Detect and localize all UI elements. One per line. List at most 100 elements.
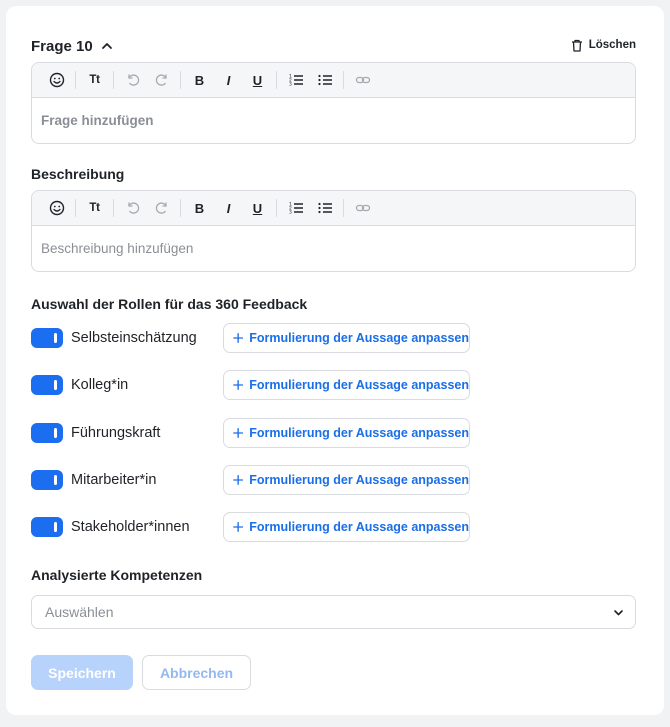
plus-icon	[233, 522, 244, 532]
ordered-list-icon: 123	[289, 74, 303, 88]
ordered-list-icon: 123	[289, 202, 303, 216]
plus-icon	[233, 333, 244, 343]
role-row-selbsteinschaetzung: Selbsteinschätzung Formulierung der Auss…	[31, 323, 470, 353]
underline-button[interactable]: U	[243, 195, 272, 221]
role-label: Mitarbeiter*in	[71, 472, 157, 488]
bold-button[interactable]: B	[185, 67, 214, 93]
toolbar-divider	[276, 199, 277, 217]
ordered-list-button[interactable]: 123	[281, 195, 310, 221]
adjust-statement-button[interactable]: Formulierung der Aussage anpassen	[223, 512, 470, 542]
adjust-statement-label: Formulierung der Aussage anpassen	[249, 520, 469, 534]
toggle-knob	[54, 428, 57, 438]
bullet-list-button[interactable]	[310, 195, 339, 221]
role-row-stakeholderinnen: Stakeholder*innen Formulierung der Aussa…	[31, 512, 470, 542]
role-toggle[interactable]	[31, 517, 63, 537]
link-icon	[355, 76, 370, 84]
trash-icon	[571, 39, 582, 52]
toggle-knob	[54, 380, 57, 390]
plus-icon	[233, 380, 244, 390]
link-button[interactable]	[348, 195, 377, 221]
italic-button[interactable]: I	[214, 195, 243, 221]
question-input[interactable]: Frage hinzufügen	[32, 98, 635, 143]
redo-button[interactable]	[147, 67, 176, 93]
adjust-statement-button[interactable]: Formulierung der Aussage anpassen	[223, 370, 470, 400]
undo-button[interactable]	[118, 195, 147, 221]
adjust-statement-button[interactable]: Formulierung der Aussage anpassen	[223, 465, 470, 495]
toolbar-divider	[276, 71, 277, 89]
bullet-list-button[interactable]	[310, 67, 339, 93]
adjust-statement-label: Formulierung der Aussage anpassen	[249, 378, 469, 392]
role-label: Selbsteinschätzung	[71, 330, 197, 346]
bold-icon: B	[194, 200, 205, 216]
undo-button[interactable]	[118, 67, 147, 93]
italic-icon: I	[226, 72, 231, 88]
text-size-button[interactable]: Tt	[80, 67, 109, 93]
underline-button[interactable]: U	[243, 67, 272, 93]
role-row-fuehrungskraft: Führungskraft Formulierung der Aussage a…	[31, 418, 470, 448]
emoji-button[interactable]	[42, 195, 71, 221]
question-title[interactable]: Frage 10	[31, 36, 113, 56]
italic-button[interactable]: I	[214, 67, 243, 93]
svg-text:3: 3	[289, 82, 292, 88]
adjust-statement-label: Formulierung der Aussage anpassen	[249, 331, 469, 345]
competencies-label: Analysierte Kompetenzen	[31, 567, 203, 583]
text-size-icon: Tt	[89, 202, 100, 214]
roles-label: Auswahl der Rollen für das 360 Feedback	[31, 296, 308, 312]
toggle-knob	[54, 475, 57, 485]
undo-icon	[127, 202, 139, 214]
description-toolbar: Tt B I U 123	[32, 191, 635, 226]
role-row-kollegin: Kolleg*in Formulierung der Aussage anpas…	[31, 370, 470, 400]
italic-icon: I	[226, 200, 231, 216]
role-label: Stakeholder*innen	[71, 519, 190, 535]
toolbar-divider	[113, 71, 114, 89]
delete-label: Löschen	[588, 39, 636, 51]
save-button[interactable]: Speichern	[31, 655, 133, 690]
adjust-statement-button[interactable]: Formulierung der Aussage anpassen	[223, 418, 470, 448]
question-title-text: Frage 10	[31, 37, 93, 55]
toolbar-divider	[113, 199, 114, 217]
question-editor: Tt B I U 123 Frage hinzufügen	[31, 62, 636, 144]
description-input[interactable]: Beschreibung hinzufügen	[32, 226, 635, 271]
link-button[interactable]	[348, 67, 377, 93]
smiley-icon	[49, 72, 64, 88]
plus-icon	[233, 475, 244, 485]
link-icon	[355, 204, 370, 212]
bold-button[interactable]: B	[185, 195, 214, 221]
toolbar-divider	[343, 199, 344, 217]
toggle-knob	[54, 333, 57, 343]
competencies-placeholder: Auswählen	[45, 604, 114, 620]
role-toggle[interactable]	[31, 423, 63, 443]
role-toggle[interactable]	[31, 328, 63, 348]
delete-button[interactable]: Löschen	[571, 36, 636, 54]
bullet-list-icon	[317, 74, 332, 86]
adjust-statement-label: Formulierung der Aussage anpassen	[249, 426, 469, 440]
adjust-statement-label: Formulierung der Aussage anpassen	[249, 473, 469, 487]
question-card: Frage 10 Löschen Tt B I U 123 Frage hinz…	[6, 6, 664, 715]
redo-button[interactable]	[147, 195, 176, 221]
text-size-button[interactable]: Tt	[80, 195, 109, 221]
underline-icon: U	[252, 200, 263, 216]
redo-icon	[155, 74, 167, 86]
underline-icon: U	[252, 72, 263, 88]
role-label: Führungskraft	[71, 425, 161, 441]
toolbar-divider	[180, 199, 181, 217]
bold-icon: B	[194, 72, 205, 88]
adjust-statement-button[interactable]: Formulierung der Aussage anpassen	[223, 323, 470, 353]
toolbar-divider	[75, 71, 76, 89]
toolbar-divider	[180, 71, 181, 89]
role-row-mitarbeiterin: Mitarbeiter*in Formulierung der Aussage …	[31, 465, 470, 495]
role-label: Kolleg*in	[71, 377, 129, 393]
toggle-knob	[54, 522, 57, 532]
smiley-icon	[49, 200, 64, 216]
emoji-button[interactable]	[42, 67, 71, 93]
toolbar-divider	[75, 199, 76, 217]
role-toggle[interactable]	[31, 470, 63, 490]
cancel-button[interactable]: Abbrechen	[142, 655, 251, 690]
toolbar-divider	[343, 71, 344, 89]
role-toggle[interactable]	[31, 375, 63, 395]
chevron-down-icon	[614, 609, 623, 615]
text-size-icon: Tt	[89, 74, 100, 86]
ordered-list-button[interactable]: 123	[281, 67, 310, 93]
competencies-select[interactable]: Auswählen	[31, 595, 636, 629]
plus-icon	[233, 428, 244, 438]
